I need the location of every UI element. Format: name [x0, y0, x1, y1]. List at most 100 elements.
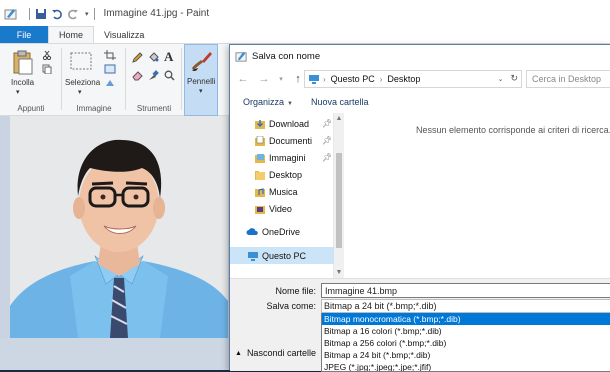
address-bar[interactable]: › Questo PC › Desktop ⌄ ↻	[304, 70, 522, 88]
save-icon[interactable]	[35, 8, 47, 20]
file-name-input[interactable]: Immagine 41.bmp	[321, 283, 610, 298]
file-type-dropdown[interactable]: Bitmap monocromatica (*.bmp;*.dib) Bitma…	[321, 313, 610, 372]
documents-icon	[255, 135, 265, 146]
navigation-scrollbar[interactable]: ▲ ▼	[334, 113, 344, 278]
quick-access-chevron-icon[interactable]: ▾	[85, 10, 89, 18]
folder-icon	[255, 170, 265, 180]
breadcrumb-separator-icon[interactable]: ›	[380, 75, 383, 84]
file-type-option[interactable]: Bitmap a 24 bit (*.bmp;*.dib)	[322, 349, 610, 361]
pc-icon	[248, 251, 258, 261]
address-controls: ⌄ ↻	[498, 73, 518, 84]
rotate-icon[interactable]	[104, 78, 116, 88]
new-folder-button[interactable]: Nuova cartella	[311, 97, 369, 107]
text-tool-icon[interactable]: A	[164, 49, 173, 65]
tab-home[interactable]: Home	[48, 26, 95, 43]
paint-app-icon	[235, 51, 247, 62]
brushes-button[interactable]: Pennelli ▾	[184, 44, 218, 116]
organize-label: Organizza	[243, 97, 285, 107]
nav-item-pictures[interactable]: Immagini 📌︎	[230, 149, 334, 166]
save-as-dialog: Salva con nome ← → ▾ ↑ › Questo PC › Des…	[229, 44, 610, 372]
scroll-up-icon[interactable]: ▲	[334, 115, 344, 122]
navigation-bar: ← → ▾ ↑ › Questo PC › Desktop ⌄ ↻ Cerca …	[230, 67, 610, 91]
chevron-up-icon: ▲	[235, 349, 242, 357]
pin-icon[interactable]: 📌︎	[322, 136, 332, 145]
file-type-option[interactable]: Bitmap a 16 colori (*.bmp;*.dib)	[322, 325, 610, 337]
refresh-icon[interactable]: ↻	[510, 73, 518, 84]
scrollbar-thumb[interactable]	[336, 153, 342, 248]
file-type-option[interactable]: JPEG (*.jpg;*.jpeg;*.jpe;*.jfif)	[322, 361, 610, 371]
clipboard-group-label: Appunti	[17, 104, 45, 113]
pc-icon	[309, 74, 319, 84]
organize-button[interactable]: Organizza ▼	[243, 97, 293, 107]
breadcrumb-desktop[interactable]: Desktop	[387, 74, 420, 84]
select-icon[interactable]	[70, 52, 92, 70]
paint-titlebar: ▾ Immagine 41.jpg - Paint	[0, 0, 610, 27]
dialog-toolbar: Organizza ▼ Nuova cartella	[230, 91, 610, 113]
dialog-titlebar: Salva con nome	[230, 45, 610, 67]
cut-icon[interactable]	[42, 50, 52, 60]
resize-icon[interactable]	[104, 64, 116, 74]
titlebar-separator	[93, 7, 95, 20]
file-type-option[interactable]: Bitmap monocromatica (*.bmp;*.dib)	[322, 313, 610, 325]
nav-item-this-pc[interactable]: Questo PC	[230, 247, 334, 264]
nav-item-desktop[interactable]: Desktop	[230, 166, 334, 183]
hide-folders-button[interactable]: ▲ Nascondi cartelle	[235, 348, 316, 358]
scroll-down-icon[interactable]: ▼	[334, 269, 344, 276]
nav-item-video[interactable]: Video	[230, 200, 334, 217]
pin-icon[interactable]: 📌︎	[322, 119, 332, 128]
file-name-label: Nome file:	[275, 286, 316, 296]
fill-icon[interactable]	[148, 52, 159, 63]
paste-icon[interactable]	[12, 50, 34, 76]
color-picker-icon[interactable]	[148, 70, 159, 81]
canvas-image[interactable]	[10, 116, 228, 338]
save-as-type-select[interactable]: Bitmap a 24 bit (*.bmp;*.dib)	[321, 299, 610, 313]
paste-chevron-icon[interactable]: ▾	[16, 88, 20, 96]
breadcrumb-this-pc[interactable]: Questo PC	[331, 74, 375, 84]
select-label[interactable]: Seleziona	[65, 78, 100, 87]
address-dropdown-chevron-icon[interactable]: ⌄	[498, 75, 504, 83]
nav-item-label: Video	[269, 203, 292, 214]
brushes-chevron-icon: ▾	[199, 88, 203, 95]
video-icon	[255, 205, 265, 214]
undo-icon[interactable]	[51, 8, 63, 20]
navigation-pane: Download 📌︎ Documenti 📌︎ Immagini 📌︎ Des…	[230, 113, 334, 278]
forward-arrow-icon[interactable]: →	[256, 71, 272, 87]
copy-icon[interactable]	[42, 64, 52, 74]
tab-view[interactable]: Visualizza	[94, 26, 154, 43]
music-icon	[255, 187, 265, 197]
nav-item-label: Musica	[269, 186, 298, 197]
portrait-photo	[10, 116, 228, 338]
tools-group-label: Strumenti	[136, 104, 172, 113]
pin-icon[interactable]: 📌︎	[322, 153, 332, 162]
redo-icon[interactable]	[67, 8, 79, 20]
paste-label[interactable]: Incolla	[11, 78, 34, 87]
nav-item-documents[interactable]: Documenti 📌︎	[230, 132, 334, 149]
nav-item-download[interactable]: Download 📌︎	[230, 115, 334, 132]
magnifier-icon[interactable]	[164, 70, 175, 81]
tab-file[interactable]: File	[0, 26, 48, 43]
brushes-label: Pennelli	[187, 77, 216, 86]
pencil-icon[interactable]	[132, 52, 143, 63]
breadcrumb-separator-icon[interactable]: ›	[323, 75, 326, 84]
nav-item-onedrive[interactable]: OneDrive	[230, 223, 334, 240]
group-separator	[181, 48, 182, 110]
back-arrow-icon[interactable]: ←	[235, 71, 251, 87]
paint-app-icon	[4, 8, 17, 19]
nav-item-music[interactable]: Musica	[230, 183, 334, 200]
tools-group: A Strumenti	[126, 44, 182, 116]
image-group-label: Immagine	[76, 104, 112, 113]
nav-item-label: Desktop	[269, 169, 303, 180]
nav-item-label: Download	[269, 118, 310, 129]
ribbon-tabs: File Home Visualizza	[0, 26, 610, 44]
save-as-type-value: Bitmap a 24 bit (*.bmp;*.dib)	[324, 301, 437, 311]
file-type-option[interactable]: Bitmap a 256 colori (*.bmp;*.dib)	[322, 337, 610, 349]
nav-item-label: Immagini	[269, 152, 306, 163]
search-placeholder: Cerca in Desktop	[532, 74, 602, 84]
recent-chevron-icon[interactable]: ▾	[277, 71, 285, 87]
crop-icon[interactable]	[104, 50, 116, 60]
titlebar-separator	[29, 7, 30, 20]
search-input[interactable]: Cerca in Desktop	[526, 70, 610, 88]
select-chevron-icon[interactable]: ▾	[78, 88, 82, 96]
eraser-icon[interactable]	[132, 70, 143, 81]
organize-chevron-icon: ▼	[287, 101, 293, 107]
